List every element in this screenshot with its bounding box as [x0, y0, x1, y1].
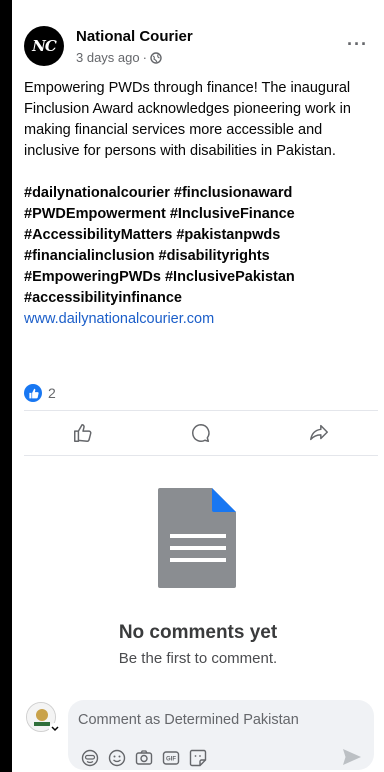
post-hashtags[interactable]: #dailynationalcourier #finclusionaward #… — [24, 183, 374, 309]
empty-state-subtitle: Be the first to comment. — [118, 650, 278, 667]
sticker-icon[interactable] — [188, 748, 207, 767]
avatar-sticker-icon[interactable] — [80, 748, 99, 767]
empty-comments-state: No comments yet Be the first to comment. — [12, 488, 384, 667]
post-card: NC National Courier 3 days ago · ··· Emp… — [12, 0, 384, 772]
like-icon — [74, 424, 92, 442]
gif-icon[interactable]: GIF — [161, 748, 180, 767]
divider — [24, 455, 378, 456]
globe-icon — [150, 51, 162, 64]
post-timestamp[interactable]: 3 days ago — [76, 50, 140, 65]
post-text: Empowering PWDs through finance! The ina… — [24, 78, 374, 330]
post-meta: 3 days ago · — [76, 50, 162, 65]
divider — [24, 410, 378, 411]
document-icon — [158, 488, 236, 588]
like-button[interactable] — [53, 416, 113, 450]
post-website-link[interactable]: www.dailynationalcourier.com — [24, 309, 374, 330]
page-name-link[interactable]: National Courier — [76, 28, 193, 45]
meta-separator: · — [142, 50, 147, 65]
comment-input[interactable]: Comment as Determined Pakistan — [78, 712, 299, 728]
share-icon — [310, 424, 328, 441]
more-options-icon[interactable]: ··· — [347, 34, 368, 55]
post-actions — [24, 414, 378, 452]
post-header: NC National Courier 3 days ago · ··· — [24, 26, 374, 70]
reaction-summary[interactable]: 2 — [24, 384, 56, 402]
send-icon[interactable] — [342, 748, 362, 766]
comment-button[interactable] — [171, 416, 231, 450]
comment-icon — [192, 424, 210, 442]
camera-icon[interactable] — [134, 748, 153, 767]
share-button[interactable] — [289, 416, 349, 450]
comment-composer[interactable]: Comment as Determined Pakistan GIF — [68, 700, 374, 770]
composer-tools: GIF — [80, 748, 207, 767]
page-avatar[interactable]: NC — [24, 26, 64, 66]
empty-state-title: No comments yet — [118, 622, 278, 643]
emoji-icon[interactable] — [107, 748, 126, 767]
left-edge-bar — [0, 0, 12, 772]
reaction-count: 2 — [48, 385, 56, 401]
chevron-down-icon[interactable] — [49, 723, 61, 735]
post-body-text: Empowering PWDs through finance! The ina… — [24, 80, 351, 159]
like-reaction-icon — [24, 384, 42, 402]
svg-text:GIF: GIF — [166, 756, 176, 762]
